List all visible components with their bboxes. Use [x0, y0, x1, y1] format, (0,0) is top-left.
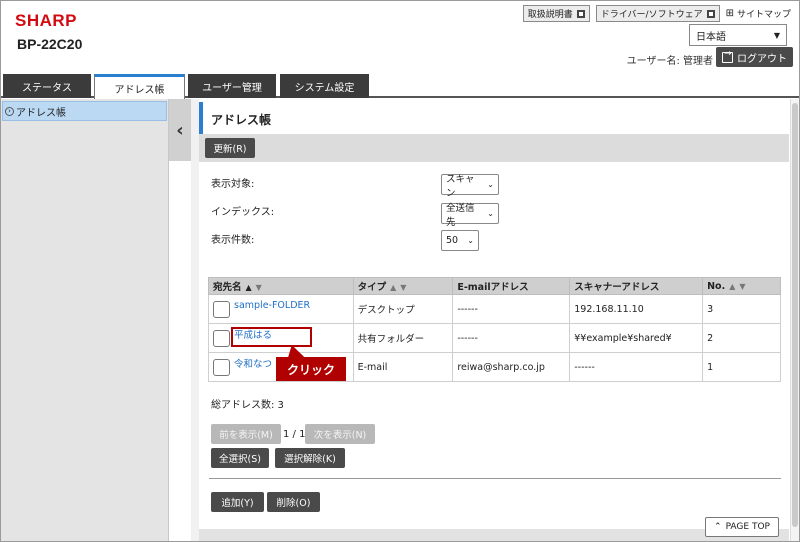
sort-asc-icon[interactable]: ▲ [390, 283, 396, 292]
browser-frame: SHARP BP-22C20 取扱説明書 ドライバー/ソフトウェア ⊞ サイトマ… [0, 0, 800, 542]
row-checkbox[interactable] [213, 358, 230, 376]
address-no: 3 [702, 294, 781, 324]
address-email: reiwa@sharp.co.jp [452, 352, 571, 382]
address-scanner: ------ [569, 352, 704, 382]
user-name: ユーザー名: 管理者 [626, 56, 713, 67]
address-no: 1 [702, 352, 781, 382]
filter-label-count: 表示件数: [211, 235, 255, 246]
prev-page-button[interactable]: 前を表示(M) [211, 424, 281, 444]
sidebar: › アドレス帳 [1, 99, 169, 541]
next-page-button[interactable]: 次を表示(N) [305, 424, 375, 444]
top-links: 取扱説明書 ドライバー/ソフトウェア ⊞ サイトマップ [522, 5, 791, 22]
address-email: ------ [452, 323, 571, 353]
language-select[interactable]: 日本語 ▼ [689, 24, 787, 46]
separator-strip [191, 99, 199, 541]
chevron-down-icon: ⌄ [487, 180, 494, 189]
select-all-button[interactable]: 全選択(S) [211, 448, 269, 468]
column-header-scanner: スキャナーアドレス [569, 277, 704, 295]
chevron-up-icon: ⌃ [714, 522, 722, 532]
language-value: 日本語 [696, 31, 726, 43]
column-header-type[interactable]: タイプ ▲ ▼ [352, 277, 454, 295]
sidebar-item-label: アドレス帳 [16, 107, 66, 119]
address-scanner: 192.168.11.10 [569, 294, 704, 324]
click-highlight-box [231, 327, 312, 347]
index-select[interactable]: 全送信先 ⌄ [441, 203, 499, 228]
tab-status[interactable]: ステータス [3, 74, 91, 98]
sort-desc-icon[interactable]: ▼ [256, 283, 262, 292]
sitemap-label: サイトマップ [736, 10, 791, 20]
model-name: BP-22C20 [17, 36, 83, 52]
target-select[interactable]: スキャン ⌄ [441, 174, 499, 199]
tab-address-book[interactable]: アドレス帳 [94, 74, 185, 99]
sidebar-item-address-book[interactable]: › アドレス帳 [2, 101, 167, 121]
address-no: 2 [702, 323, 781, 353]
sitemap-link[interactable]: ⊞ サイトマップ [726, 7, 791, 20]
index-select-value: 全送信先 [446, 202, 475, 228]
total-address-count: 総アドレス数: 3 [211, 400, 284, 411]
sort-desc-icon[interactable]: ▼ [400, 283, 406, 292]
table-header-row: 宛先名 ▲ ▼ タイプ ▲ ▼ E-mailアドレス スキャナーアドレス No. ▲ ▼ [208, 277, 781, 295]
manual-link[interactable]: 取扱説明書 [522, 5, 590, 22]
scrollbar-thumb[interactable] [792, 103, 798, 527]
filter-label-target: 表示対象: [211, 179, 255, 190]
sort-desc-icon[interactable]: ▼ [739, 282, 745, 291]
address-email: ------ [452, 294, 571, 324]
divider [209, 478, 781, 479]
page-status: 1 / 1 [283, 429, 306, 440]
target-select-value: スキャン [446, 173, 475, 199]
main-tabs: ステータス アドレス帳 ユーザー管理 システム設定 [1, 74, 799, 99]
chevron-right-icon: › [5, 106, 14, 116]
address-scanner: ¥¥example¥shared¥ [569, 323, 704, 353]
main-content: アドレス帳 更新(R) 表示対象: スキャン ⌄ インデックス: 全送信先 ⌄ … [199, 99, 799, 541]
tab-user-management[interactable]: ユーザー管理 [188, 74, 276, 98]
sort-asc-icon[interactable]: ▲ [246, 283, 252, 292]
address-name-link[interactable]: 令和なつ [234, 359, 272, 370]
address-type: 共有フォルダー [352, 323, 454, 353]
column-header-email: E-mailアドレス [452, 277, 571, 295]
refresh-button[interactable]: 更新(R) [205, 138, 255, 158]
manual-link-label: 取扱説明書 [527, 10, 573, 20]
toolbar: 更新(R) [199, 134, 789, 162]
delete-button[interactable]: 削除(O) [267, 492, 320, 512]
external-link-icon [706, 9, 715, 18]
tab-system-settings[interactable]: システム設定 [280, 74, 369, 98]
sharp-logo: SHARP [15, 11, 78, 30]
add-button[interactable]: 追加(Y) [211, 492, 264, 512]
address-name-link[interactable]: sample-FOLDER [234, 300, 310, 311]
column-header-name[interactable]: 宛先名 ▲ ▼ [208, 277, 354, 295]
count-select-value: 50 [446, 235, 459, 246]
collapse-sidebar-button[interactable]: ‹ [169, 99, 191, 161]
click-callout: クリック [276, 357, 346, 381]
deselect-all-button[interactable]: 選択解除(K) [275, 448, 345, 468]
address-type: デスクトップ [352, 294, 454, 324]
chevron-down-icon: ▼ [773, 30, 780, 40]
page-top-label: PAGE TOP [725, 522, 770, 532]
row-checkbox[interactable] [213, 300, 230, 318]
logout-button[interactable]: ログアウト [716, 47, 793, 67]
bottom-strip [199, 529, 789, 541]
column-header-no[interactable]: No. ▲ ▼ [702, 277, 781, 295]
logout-label: ログアウト [737, 53, 787, 65]
vertical-scrollbar[interactable] [790, 99, 799, 541]
external-link-icon [576, 9, 585, 18]
filter-label-index: インデックス: [211, 207, 275, 218]
chevron-down-icon: ⌄ [467, 236, 474, 245]
chevron-left-icon: ‹ [176, 119, 184, 141]
sitemap-icon: ⊞ [725, 8, 734, 19]
driver-link-label: ドライバー/ソフトウェア [600, 10, 703, 20]
table-row: sample-FOLDER デスクトップ ------ 192.168.11.1… [208, 294, 781, 324]
row-checkbox[interactable] [213, 329, 230, 347]
logout-icon [722, 49, 733, 63]
page-top-button[interactable]: ⌃ PAGE TOP [705, 517, 779, 537]
chevron-down-icon: ⌄ [487, 209, 494, 218]
driver-software-link[interactable]: ドライバー/ソフトウェア [595, 5, 720, 22]
count-select[interactable]: 50 ⌄ [441, 230, 479, 251]
sort-asc-icon[interactable]: ▲ [729, 282, 735, 291]
address-type: E-mail [352, 352, 454, 382]
page-title: アドレス帳 [199, 102, 789, 134]
